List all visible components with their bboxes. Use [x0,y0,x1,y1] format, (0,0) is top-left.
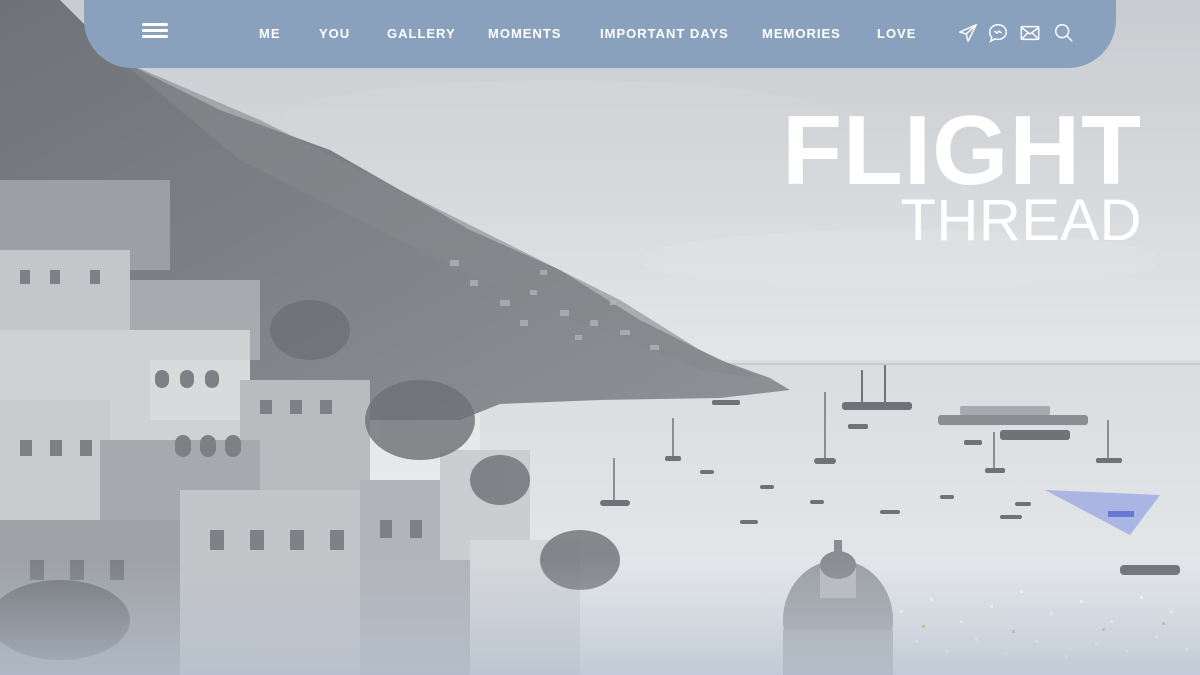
search-icon[interactable] [1053,22,1075,44]
nav-link-you[interactable]: YOU [319,26,350,41]
nav-link-gallery[interactable]: GALLERY [387,26,456,41]
nav-icon-group [957,22,1077,46]
nav-link-important-days[interactable]: IMPORTANT DAYS [600,26,729,41]
mail-icon[interactable] [1019,22,1041,44]
chat-icon[interactable] [987,22,1009,44]
top-navbar: ME YOU GALLERY MOMENTS IMPORTANT DAYS ME… [84,0,1116,68]
nav-link-love[interactable]: LOVE [877,26,916,41]
nav-link-me[interactable]: ME [259,26,281,41]
hero-title: FLIGHT [782,95,1142,205]
send-icon[interactable] [957,22,979,44]
nav-link-memories[interactable]: MEMORIES [762,26,841,41]
nav-link-moments[interactable]: MOMENTS [488,26,561,41]
hero-title-block: FLIGHT THREAD [782,101,1142,251]
